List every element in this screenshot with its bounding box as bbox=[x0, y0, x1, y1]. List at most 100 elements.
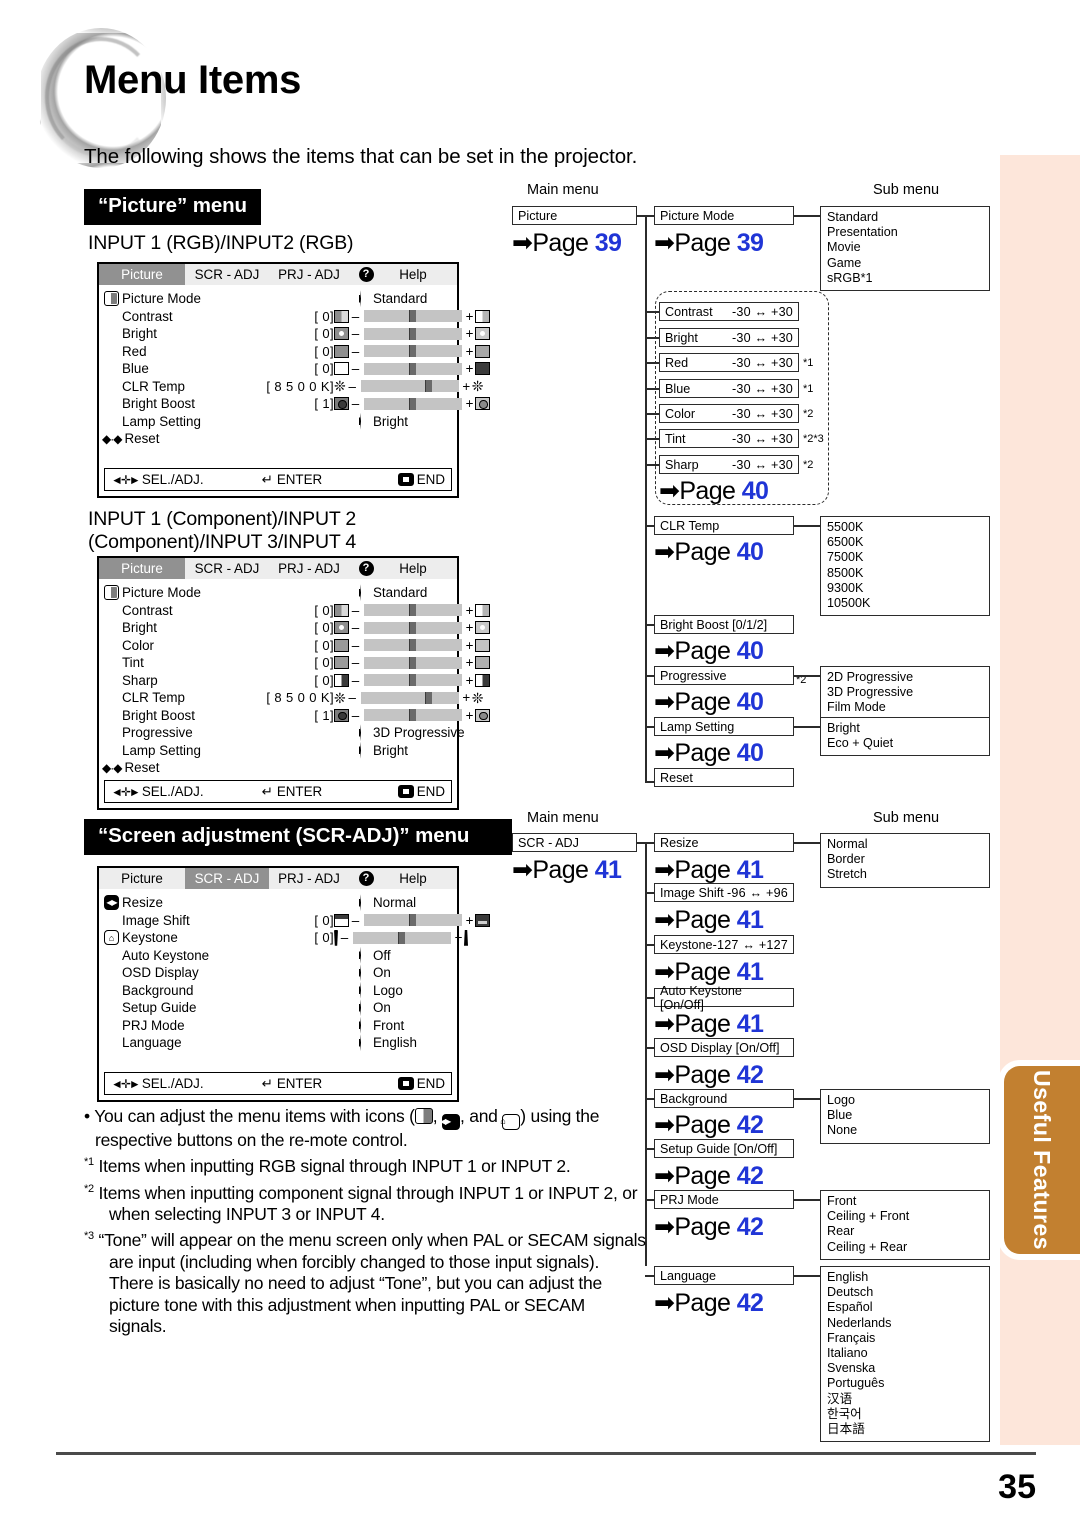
osd-slider[interactable] bbox=[364, 310, 462, 323]
osd-tab-prj-adj[interactable]: PRJ - ADJ bbox=[269, 264, 349, 285]
osd-row-osd-display[interactable]: OSD Display On bbox=[99, 964, 457, 982]
flow-pageref-keystone[interactable]: ➡Page 41 bbox=[654, 957, 764, 987]
osd-row-tint[interactable]: Tint [ 0] – + bbox=[99, 654, 490, 672]
osd-row-picture-mode[interactable]: Picture Mode Standard bbox=[99, 290, 457, 308]
flow-box-reset[interactable]: Reset bbox=[654, 768, 794, 787]
flow-box-osd-display[interactable]: OSD Display [On/Off] bbox=[654, 1038, 794, 1057]
flow-box-contrast[interactable]: Contrast -30 ↔ +30 bbox=[659, 302, 799, 321]
osd-slider[interactable] bbox=[364, 914, 462, 927]
flow-box-red[interactable]: Red -30 ↔ +30 bbox=[659, 353, 799, 372]
osd-row-progressive[interactable]: Progressive 3D Progressive bbox=[99, 724, 465, 742]
flow-box-scr-adj[interactable]: SCR - ADJ bbox=[512, 833, 637, 852]
osd-tab-scr-adj[interactable]: SCR - ADJ bbox=[185, 868, 269, 889]
osd-row-keystone[interactable]: ⌂ Keystone [ 0] – + bbox=[99, 929, 468, 947]
flow-box-image-shift[interactable]: Image Shift -96 ↔ +96 bbox=[654, 883, 794, 902]
flow-box-language[interactable]: Language bbox=[654, 1266, 794, 1285]
flow-box-tint[interactable]: Tint -30 ↔ +30 bbox=[659, 429, 799, 448]
osd-slider[interactable] bbox=[364, 604, 462, 617]
osd-row-resize[interactable]: ◀▶ Resize Normal bbox=[99, 894, 457, 912]
osd-slider[interactable] bbox=[364, 397, 462, 410]
osd-row-sharp[interactable]: Sharp [ 0] – + bbox=[99, 672, 490, 690]
flow-box-setup-guide[interactable]: Setup Guide [On/Off] bbox=[654, 1139, 794, 1158]
osd-tab-picture[interactable]: Picture bbox=[99, 558, 185, 579]
flow-box-lamp-setting[interactable]: Lamp Setting bbox=[654, 717, 794, 736]
osd-row-red[interactable]: Red [ 0] – + bbox=[99, 343, 490, 361]
flow-pageref-prj-mode[interactable]: ➡Page 42 bbox=[654, 1212, 764, 1242]
osd-row-blue[interactable]: Blue [ 0] – + bbox=[99, 360, 490, 378]
osd-row-reset[interactable]: ◆·◆ Reset bbox=[99, 430, 457, 447]
help-icon[interactable]: ? bbox=[349, 264, 383, 285]
flow-pageref-auto-keystone[interactable]: ➡Page 41 bbox=[654, 1009, 764, 1039]
flow-pageref-picture[interactable]: ➡Page 39 bbox=[512, 228, 622, 258]
flow-pageref-setup-guide[interactable]: ➡Page 42 bbox=[654, 1161, 764, 1191]
flow-pageref-picture-mode[interactable]: ➡Page 39 bbox=[654, 228, 764, 258]
osd-row-bright[interactable]: Bright [ 0] – + bbox=[99, 325, 490, 343]
osd-row-picture-mode[interactable]: Picture Mode Standard bbox=[99, 584, 457, 602]
flow-box-bright-boost[interactable]: Bright Boost [0/1/2] bbox=[654, 615, 794, 634]
flow-box-blue[interactable]: Blue -30 ↔ +30 bbox=[659, 379, 799, 398]
flow-box-picture-mode[interactable]: Picture Mode bbox=[654, 206, 794, 225]
osd-slider[interactable] bbox=[364, 362, 462, 375]
osd-slider[interactable] bbox=[364, 709, 462, 722]
osd-tab-help[interactable]: Help bbox=[383, 868, 443, 889]
flow-pageref-bright-boost[interactable]: ➡Page 40 bbox=[654, 636, 764, 666]
help-icon[interactable]: ? bbox=[349, 558, 383, 579]
osd-tab-prj-adj[interactable]: PRJ - ADJ bbox=[269, 558, 349, 579]
flow-box-sharp[interactable]: Sharp -30 ↔ +30 bbox=[659, 455, 799, 474]
flow-box-auto-keystone[interactable]: Auto Keystone [On/Off] bbox=[654, 984, 794, 1012]
osd-row-reset[interactable]: ◆·◆ Reset bbox=[99, 759, 457, 776]
osd-row-bright[interactable]: Bright [ 0] – + bbox=[99, 619, 490, 637]
flow-box-keystone[interactable]: Keystone -127 ↔ +127 bbox=[654, 935, 794, 954]
osd-tab-scr-adj[interactable]: SCR - ADJ bbox=[185, 558, 269, 579]
osd-tab-prj-adj[interactable]: PRJ - ADJ bbox=[269, 868, 349, 889]
flow-pageref-clr-temp[interactable]: ➡Page 40 bbox=[654, 537, 764, 567]
osd-row-auto-keystone[interactable]: Auto Keystone Off bbox=[99, 946, 457, 965]
osd-slider[interactable] bbox=[360, 691, 459, 704]
osd-tab-picture[interactable]: Picture bbox=[99, 264, 185, 285]
osd-row-lamp-setting[interactable]: Lamp Setting Bright bbox=[99, 741, 457, 760]
osd-row-setup-guide[interactable]: Setup Guide On bbox=[99, 999, 457, 1017]
osd-row-prj-mode[interactable]: PRJ Mode Front bbox=[99, 1016, 457, 1035]
osd-slider[interactable] bbox=[364, 621, 462, 634]
osd-tab-help[interactable]: Help bbox=[383, 264, 443, 285]
osd-tab-picture[interactable]: Picture bbox=[99, 868, 185, 889]
flow-pageref-progressive[interactable]: ➡Page 40 bbox=[654, 687, 764, 717]
osd-row-language[interactable]: Language English bbox=[99, 1034, 457, 1052]
flow-pageref-lamp-setting[interactable]: ➡Page 40 bbox=[654, 738, 764, 768]
osd-slider[interactable] bbox=[364, 345, 462, 358]
osd-slider[interactable] bbox=[360, 380, 459, 393]
osd-slider[interactable] bbox=[364, 674, 462, 687]
osd-row-image-shift[interactable]: Image Shift [ 0] – + bbox=[99, 912, 490, 930]
osd-row-contrast[interactable]: Contrast [ 0] – + bbox=[99, 602, 490, 620]
flow-pageref-scr-adj[interactable]: ➡Page 41 bbox=[512, 855, 622, 885]
osd-tab-scr-adj[interactable]: SCR - ADJ bbox=[185, 264, 269, 285]
flow-pageref-image-shift[interactable]: ➡Page 41 bbox=[654, 905, 764, 935]
flow-box-progressive[interactable]: Progressive bbox=[654, 666, 794, 685]
flow-box-resize[interactable]: Resize bbox=[654, 833, 794, 852]
osd-row-clr-temp[interactable]: CLR Temp [ 8 5 0 0 K] ❊ – + ❊ bbox=[99, 378, 483, 396]
flow-box-background[interactable]: Background bbox=[654, 1089, 794, 1108]
flow-pageref-language[interactable]: ➡Page 42 bbox=[654, 1288, 764, 1318]
osd-row-contrast[interactable]: Contrast [ 0] – + bbox=[99, 308, 490, 326]
osd-row-background[interactable]: Background Logo bbox=[99, 981, 457, 1000]
osd-slider[interactable] bbox=[364, 656, 462, 669]
flow-box-clr-temp[interactable]: CLR Temp bbox=[654, 516, 794, 535]
osd-row-bright-boost[interactable]: Bright Boost [ 1] – + bbox=[99, 395, 490, 413]
osd-row-clr-temp[interactable]: CLR Temp [ 8 5 0 0 K] ❊ – + ❊ bbox=[99, 689, 483, 707]
osd-row-color[interactable]: Color [ 0] – + bbox=[99, 637, 490, 655]
osd-row-lamp-setting[interactable]: Lamp Setting Bright bbox=[99, 412, 457, 431]
osd-tab-help[interactable]: Help bbox=[383, 558, 443, 579]
flow-box-prj-mode[interactable]: PRJ Mode bbox=[654, 1190, 794, 1209]
osd-row-bright-boost[interactable]: Bright Boost [ 1] – + bbox=[99, 707, 490, 725]
flow-pageref-adjustments[interactable]: ➡Page 40 bbox=[659, 476, 769, 506]
osd-slider[interactable] bbox=[364, 327, 462, 340]
flow-box-color[interactable]: Color -30 ↔ +30 bbox=[659, 404, 799, 423]
flow-pageref-background[interactable]: ➡Page 42 bbox=[654, 1110, 764, 1140]
flow-pageref-resize[interactable]: ➡Page 41 bbox=[654, 855, 764, 885]
osd-slider[interactable] bbox=[353, 931, 451, 944]
flow-pageref-osd-display[interactable]: ➡Page 42 bbox=[654, 1060, 764, 1090]
flow-box-bright[interactable]: Bright -30 ↔ +30 bbox=[659, 328, 799, 347]
flow-box-picture[interactable]: Picture bbox=[512, 206, 637, 225]
help-icon[interactable]: ? bbox=[349, 868, 383, 889]
osd-slider[interactable] bbox=[364, 639, 462, 652]
